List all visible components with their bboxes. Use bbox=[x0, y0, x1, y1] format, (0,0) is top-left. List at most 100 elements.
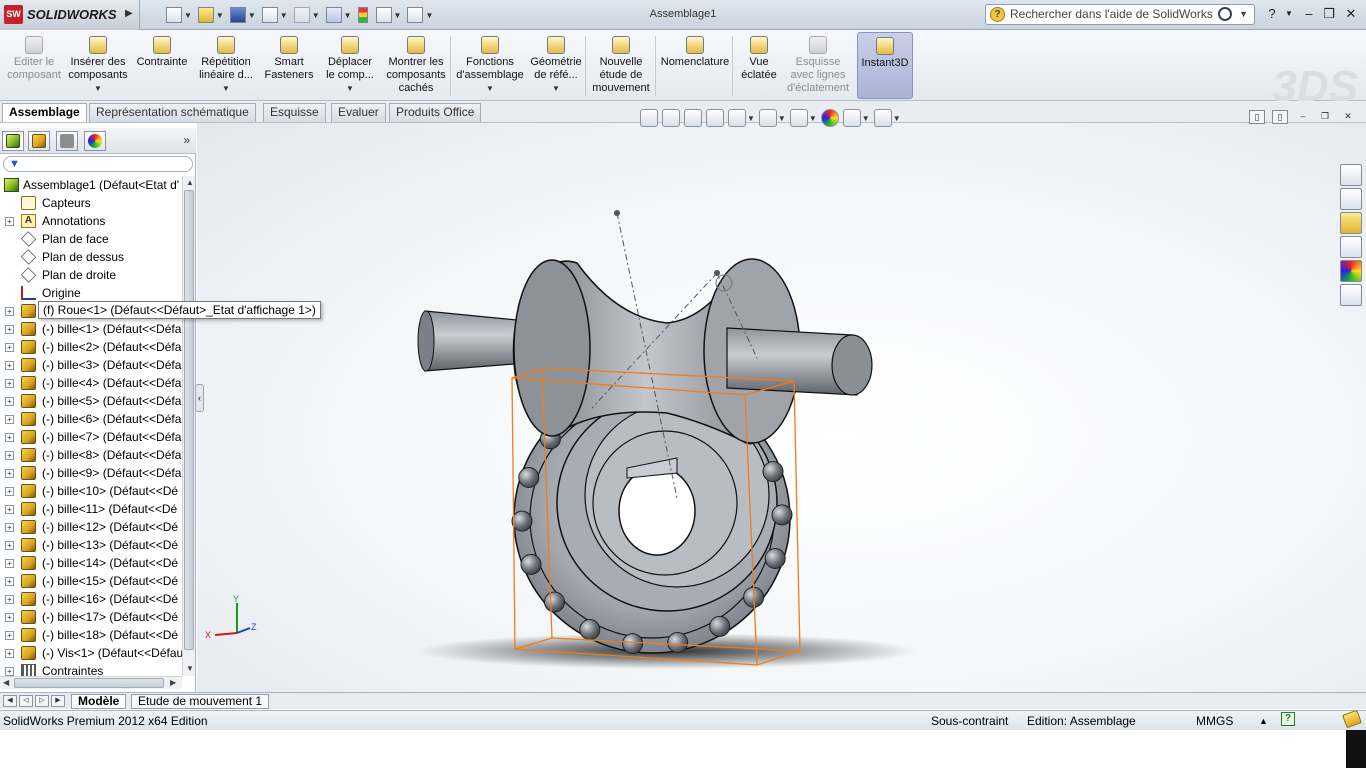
tool-explode-line-sketch[interactable]: Esquisse avec lignes d'éclatement bbox=[786, 32, 850, 99]
edit-appearance-icon[interactable] bbox=[820, 109, 839, 127]
custom-properties-icon[interactable] bbox=[1340, 284, 1362, 306]
tree-item[interactable]: + (-) bille<15> (Défaut<<Dé bbox=[0, 572, 182, 590]
expand-plus-icon[interactable]: + bbox=[5, 631, 14, 640]
expand-plus-icon[interactable]: + bbox=[5, 361, 14, 370]
expand-plus-icon[interactable]: + bbox=[5, 667, 14, 676]
prev-tab-icon[interactable]: ◁ bbox=[19, 695, 33, 707]
tool-mate[interactable]: Contrainte bbox=[134, 32, 190, 99]
viewport-link-icon[interactable]: ▯ bbox=[1272, 110, 1288, 124]
bearing-ball[interactable] bbox=[520, 553, 542, 575]
expand-plus-icon[interactable]: + bbox=[5, 343, 14, 352]
tool-bom[interactable]: Nomenclature bbox=[660, 32, 730, 99]
tree-item[interactable]: + (-) bille<10> (Défaut<<Dé bbox=[0, 482, 182, 500]
scroll-up-icon[interactable]: ▲ bbox=[186, 178, 194, 187]
expand-plus-icon[interactable]: + bbox=[5, 577, 14, 586]
last-tab-icon[interactable]: ▶ bbox=[51, 695, 65, 707]
expand-panel-icon[interactable]: » bbox=[183, 133, 190, 147]
solidworks-menu-button[interactable]: SW SOLIDWORKS ▶ bbox=[0, 0, 140, 30]
panel-collapse-handle[interactable]: ‹ bbox=[195, 384, 204, 412]
tree-item[interactable]: + (-) bille<1> (Défaut<<Défa bbox=[0, 320, 182, 338]
scroll-down-icon[interactable]: ▼ bbox=[186, 664, 194, 673]
configuration-manager-tab[interactable] bbox=[56, 131, 78, 151]
quick-tips-help-icon[interactable]: ? bbox=[1281, 712, 1295, 726]
bearing-ball[interactable] bbox=[579, 619, 601, 640]
units-chevron-up-icon[interactable]: ▲ bbox=[1259, 712, 1268, 730]
previous-view-icon[interactable] bbox=[684, 109, 702, 127]
scroll-left-icon[interactable]: ◀ bbox=[3, 678, 9, 687]
tree-item[interactable]: Plan de face bbox=[0, 230, 182, 248]
tool-motion-study[interactable]: Nouvelle étude de mouvement bbox=[590, 32, 652, 99]
tree-horizontal-scrollbar[interactable]: ◀ ▶ bbox=[0, 676, 182, 689]
tree-item[interactable]: + (-) bille<6> (Défaut<<Défa bbox=[0, 410, 182, 428]
tree-item[interactable]: + (-) bille<2> (Défaut<<Défa bbox=[0, 338, 182, 356]
tree-item[interactable]: + (-) bille<9> (Défaut<<Défa bbox=[0, 464, 182, 482]
next-tab-icon[interactable]: ▷ bbox=[35, 695, 49, 707]
tree-item[interactable]: + (-) bille<13> (Défaut<<Dé bbox=[0, 536, 182, 554]
tree-root-assembly[interactable]: Assemblage1 (Défaut<Etat d' bbox=[0, 176, 182, 194]
tree-item[interactable]: + (-) bille<11> (Défaut<<Dé bbox=[0, 500, 182, 518]
bearing-ball[interactable] bbox=[709, 615, 731, 637]
first-tab-icon[interactable]: ◀ bbox=[3, 695, 17, 707]
property-manager-tab[interactable] bbox=[28, 131, 50, 151]
expand-plus-icon[interactable]: + bbox=[5, 649, 14, 658]
design-library-icon[interactable] bbox=[1340, 188, 1362, 210]
bearing-ball[interactable] bbox=[622, 633, 644, 655]
display-style-icon[interactable] bbox=[758, 109, 777, 127]
status-units[interactable]: MMGS bbox=[1196, 712, 1233, 730]
section-view-icon[interactable] bbox=[706, 109, 724, 127]
chevron-down-icon[interactable]: ▼ bbox=[344, 11, 352, 20]
cmd-tab[interactable]: Assemblage bbox=[2, 103, 87, 122]
chevron-down-icon[interactable]: ▼ bbox=[312, 11, 320, 20]
expand-plus-icon[interactable]: + bbox=[5, 415, 14, 424]
expand-plus-icon[interactable]: + bbox=[5, 217, 14, 226]
close-icon[interactable]: ✕ bbox=[1342, 5, 1360, 23]
expand-plus-icon[interactable]: + bbox=[5, 307, 14, 316]
expand-plus-icon[interactable]: + bbox=[5, 595, 14, 604]
appearances-icon[interactable] bbox=[1340, 260, 1362, 282]
chevron-down-icon[interactable]: ▼ bbox=[862, 114, 870, 123]
tree-item[interactable]: + (-) bille<17> (Défaut<<Dé bbox=[0, 608, 182, 626]
save-icon[interactable] bbox=[229, 7, 246, 23]
chevron-down-icon[interactable]: ▼ bbox=[322, 82, 378, 95]
expand-plus-icon[interactable]: + bbox=[5, 379, 14, 388]
tree-item[interactable]: + (-) bille<7> (Défaut<<Défa bbox=[0, 428, 182, 446]
new-document-icon[interactable] bbox=[166, 7, 182, 23]
graphics-area[interactable]: Y X Z bbox=[197, 123, 1366, 692]
tree-item[interactable]: + (-) bille<16> (Défaut<<Dé bbox=[0, 590, 182, 608]
chevron-down-icon[interactable]: ▼ bbox=[280, 11, 288, 20]
tree-item[interactable]: + (-) bille<12> (Défaut<<Dé bbox=[0, 518, 182, 536]
print-icon[interactable] bbox=[261, 7, 278, 23]
tree-item[interactable]: Plan de droite bbox=[0, 266, 182, 284]
tool-linear-pattern[interactable]: Répétition linéaire d... ▼ bbox=[194, 32, 258, 99]
bearing-ball[interactable] bbox=[518, 467, 540, 488]
expand-plus-icon[interactable]: + bbox=[5, 325, 14, 334]
bearing-ball[interactable] bbox=[764, 548, 786, 569]
view-settings-icon[interactable] bbox=[873, 109, 892, 127]
chevron-down-icon[interactable]: ▼ bbox=[893, 114, 901, 123]
options-icon[interactable] bbox=[407, 7, 424, 23]
tree-item[interactable]: + (-) Vis<1> (Défaut<<Défau bbox=[0, 644, 182, 662]
tree-item[interactable]: + (-) bille<18> (Défaut<<Dé bbox=[0, 626, 182, 644]
sketch-point[interactable] bbox=[614, 210, 620, 216]
bearing-ball[interactable] bbox=[762, 461, 784, 483]
tree-filter-input[interactable]: ▼ bbox=[3, 156, 193, 172]
bottom-tab[interactable]: Etude de mouvement 1 bbox=[131, 694, 270, 709]
sketch-point[interactable] bbox=[714, 270, 720, 276]
assembly-3d-model[interactable]: Y X Z bbox=[197, 123, 1366, 692]
chevron-down-icon[interactable]: ▼ bbox=[425, 11, 433, 20]
cmd-tab[interactable]: Représentation schématique bbox=[89, 103, 256, 122]
bearing-ball[interactable] bbox=[771, 504, 793, 526]
expand-plus-icon[interactable]: + bbox=[5, 541, 14, 550]
tags-icon[interactable] bbox=[1342, 709, 1362, 729]
tree-vertical-scrollbar[interactable]: ▲ ▼ bbox=[182, 176, 195, 676]
tree-item[interactable]: + (-) bille<8> (Défaut<<Défa bbox=[0, 446, 182, 464]
tree-item[interactable]: + (-) bille<3> (Défaut<<Défa bbox=[0, 356, 182, 374]
doc-close-icon[interactable]: ✕ bbox=[1340, 110, 1356, 124]
bottom-tab[interactable]: Modèle bbox=[71, 694, 127, 709]
zoom-to-fit-icon[interactable] bbox=[640, 109, 658, 127]
apply-scene-icon[interactable] bbox=[842, 109, 861, 127]
cmd-tab[interactable]: Esquisse bbox=[263, 103, 326, 122]
view-orientation-icon[interactable] bbox=[728, 109, 746, 127]
cmd-tab[interactable]: Evaluer bbox=[331, 103, 386, 122]
tree-item[interactable]: + (-) bille<5> (Défaut<<Défa bbox=[0, 392, 182, 410]
